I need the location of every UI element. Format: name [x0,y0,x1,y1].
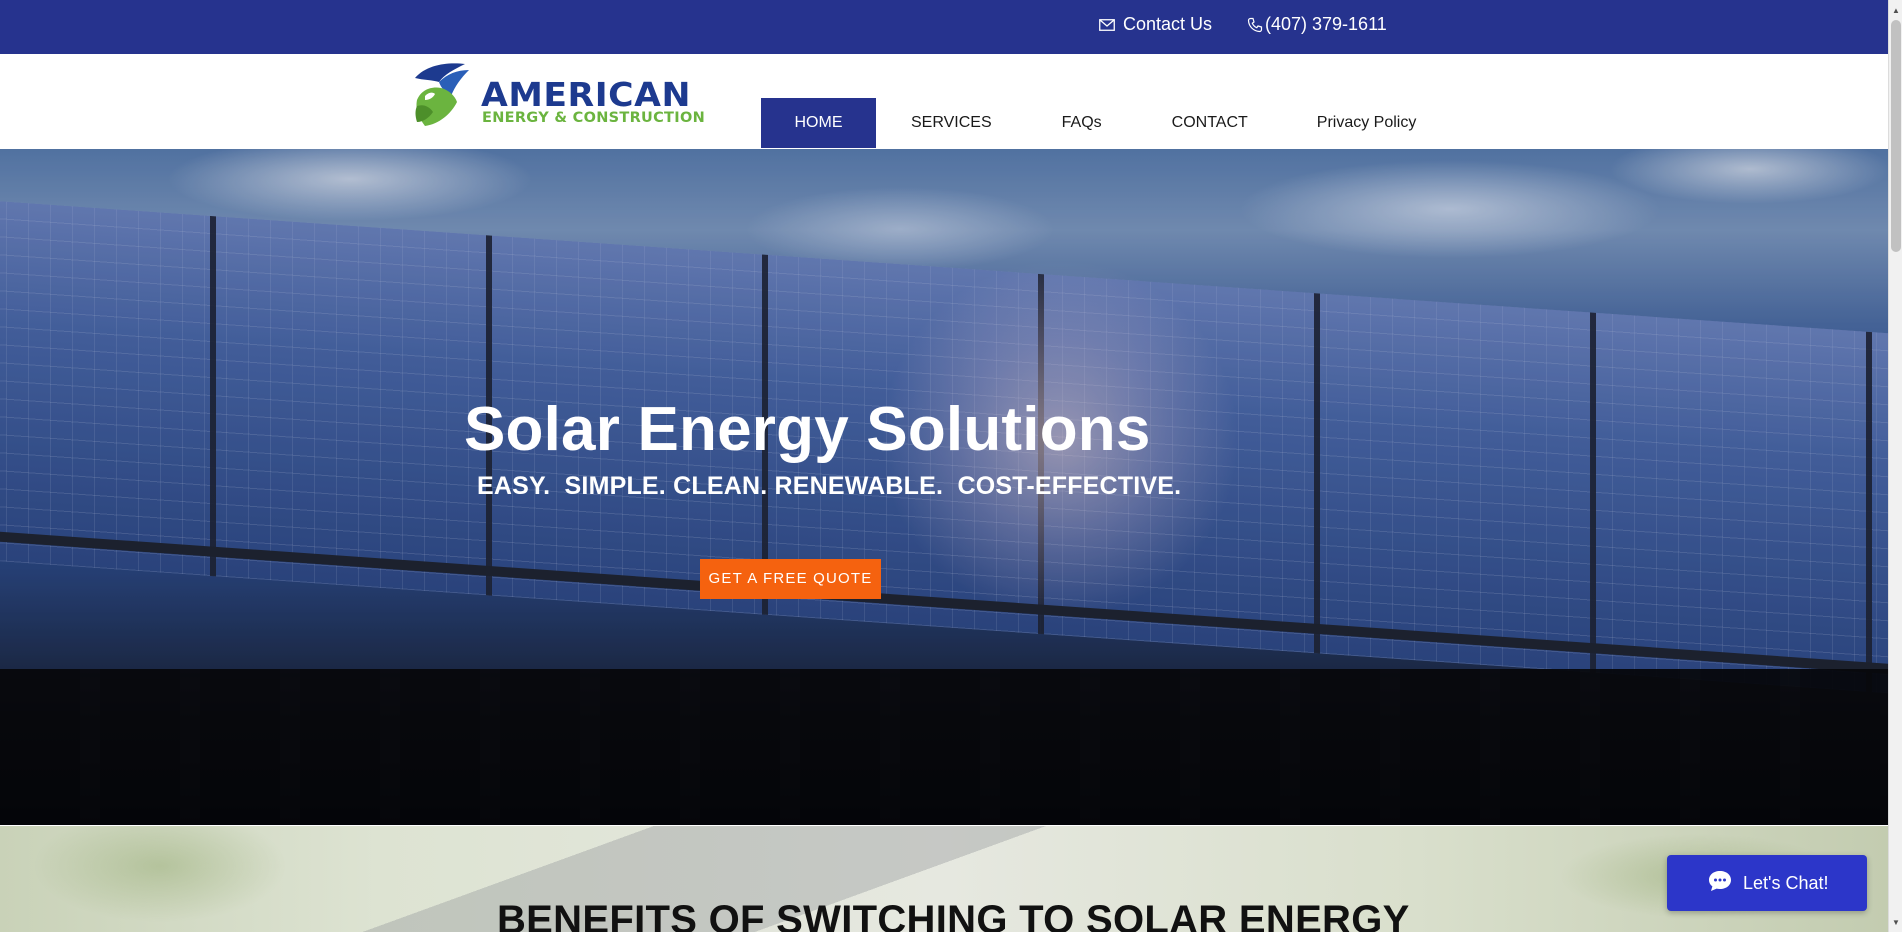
nav-item-faqs[interactable]: FAQs [1062,98,1102,148]
nav-item-services[interactable]: SERVICES [911,98,992,148]
get-free-quote-button[interactable]: GET A FREE QUOTE [700,559,881,599]
logo-name: AMERICAN [481,75,691,114]
eagle-logo-icon [415,63,469,126]
company-logo[interactable]: AMERICAN ENERGY & CONSTRUCTION [405,60,710,130]
scroll-down-arrow-icon[interactable]: ▼ [1889,914,1902,930]
top-bar: Contact Us (407) 379-1611 [0,0,1888,54]
benefits-section: BENEFITS OF SWITCHING TO SOLAR ENERGY [0,826,1888,932]
contact-us-label: Contact Us [1123,14,1213,34]
lets-chat-button[interactable]: Let's Chat! [1667,855,1867,911]
logo-tagline: ENERGY & CONSTRUCTION [482,110,705,126]
scroll-up-arrow-icon[interactable]: ▲ [1889,2,1902,18]
main-nav: HOME SERVICES FAQs CONTACT Privacy Polic… [761,98,1416,148]
phone-link[interactable]: (407) 379-1611 [1247,14,1387,35]
nav-item-home[interactable]: HOME [761,98,876,148]
chat-label: Let's Chat! [1743,872,1829,893]
phone-number: (407) 379-1611 [1265,14,1387,34]
contact-us-link[interactable]: Contact Us [1099,14,1212,35]
benefits-heading: BENEFITS OF SWITCHING TO SOLAR ENERGY [497,898,1410,932]
nav-item-contact[interactable]: CONTACT [1172,98,1248,148]
mail-icon [1099,18,1115,31]
scrollbar-thumb[interactable] [1891,20,1901,252]
hero-title: Solar Energy Solutions [464,395,1151,464]
hero-section: Solar Energy Solutions EASY. SIMPLE. CLE… [0,149,1888,825]
page-scrollbar[interactable]: ▲ ▼ [1888,0,1902,932]
nav-item-privacy-policy[interactable]: Privacy Policy [1317,98,1417,148]
chat-bubble-icon [1707,869,1733,898]
hero-subtitle: EASY. SIMPLE. CLEAN. RENEWABLE. COST-EFF… [477,472,1182,500]
site-header: AMERICAN ENERGY & CONSTRUCTION HOME SERV… [0,54,1888,149]
phone-icon [1247,17,1263,33]
